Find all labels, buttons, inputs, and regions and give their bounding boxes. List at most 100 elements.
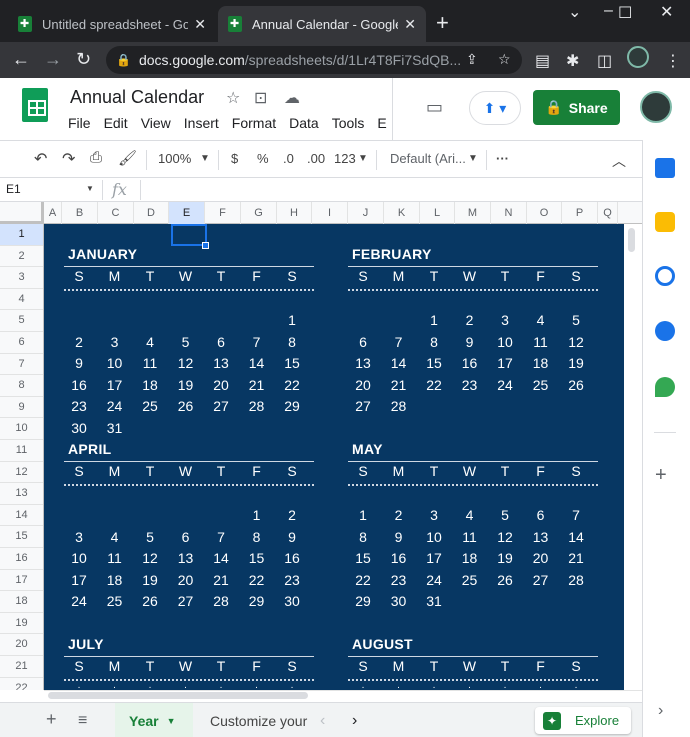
calendar-day[interactable]: 25 <box>135 398 165 414</box>
calendar-day[interactable]: 4 <box>455 507 485 523</box>
all-sheets-icon[interactable]: ≡ <box>78 712 87 730</box>
name-box[interactable]: E1 <box>6 182 21 196</box>
decrease-decimal-button[interactable]: .0 <box>283 151 294 166</box>
minimize-icon[interactable]: – <box>604 2 613 20</box>
browser-tab-annual-calendar[interactable]: Annual Calendar - Google S ✕ <box>218 6 426 42</box>
row-header-13[interactable]: 13 <box>0 483 43 505</box>
menu-insert[interactable]: Insert <box>184 115 219 131</box>
row-header-16[interactable]: 16 <box>0 548 43 570</box>
maximize-icon[interactable]: ☐ <box>618 3 632 23</box>
menu-edit[interactable]: Edit <box>104 115 128 131</box>
calendar-day[interactable]: 21 <box>206 572 236 588</box>
more-options-icon[interactable]: ··· <box>496 151 509 166</box>
undo-icon[interactable]: ↶ <box>34 149 47 169</box>
share-button[interactable]: 🔒 Share <box>533 90 620 125</box>
calendar-day[interactable]: 16 <box>384 550 414 566</box>
calendar-day[interactable]: 11 <box>455 529 485 545</box>
calendar-day[interactable]: 11 <box>526 334 556 350</box>
row-header-7[interactable]: 7 <box>0 354 43 376</box>
calendar-day[interactable]: 17 <box>419 550 449 566</box>
calendar-day[interactable]: 7 <box>206 529 236 545</box>
menu-data[interactable]: Data <box>289 115 319 131</box>
select-all-corner[interactable] <box>0 202 44 224</box>
calendar-day[interactable]: 15 <box>348 550 378 566</box>
extension-icon[interactable]: ▤ <box>535 51 550 71</box>
row-header-3[interactable]: 3 <box>0 267 43 289</box>
calendar-day[interactable]: 25 <box>526 377 556 393</box>
more-vert-icon[interactable]: ⋮ <box>665 51 681 71</box>
puzzle-icon[interactable]: ✱ <box>566 51 579 71</box>
calendar-day[interactable]: 18 <box>455 550 485 566</box>
calendar-day[interactable]: 20 <box>206 377 236 393</box>
row-header-8[interactable]: 8 <box>0 375 43 397</box>
maps-icon[interactable] <box>655 377 675 397</box>
tasks-icon[interactable] <box>655 266 675 286</box>
calendar-day[interactable]: 2 <box>455 312 485 328</box>
row-header-19[interactable]: 19 <box>0 613 43 635</box>
sheets-logo-icon[interactable] <box>22 88 48 122</box>
calendar-day[interactable]: 30 <box>277 593 307 609</box>
calendar-day[interactable]: 15 <box>419 355 449 371</box>
chevron-right-icon[interactable]: › <box>658 702 663 720</box>
calendar-day[interactable]: 18 <box>100 572 130 588</box>
column-header-e[interactable]: E <box>169 202 205 224</box>
calendar-day[interactable]: 28 <box>561 572 591 588</box>
calendar-day[interactable]: 24 <box>419 572 449 588</box>
calendar-day[interactable]: 19 <box>135 572 165 588</box>
calendar-day[interactable]: 1 <box>419 312 449 328</box>
calendar-day[interactable]: 30 <box>64 420 94 436</box>
calendar-day[interactable]: 20 <box>348 377 378 393</box>
font-select[interactable]: Default (Ari... <box>390 151 466 166</box>
calendar-day[interactable]: 7 <box>384 334 414 350</box>
zoom-select[interactable]: 100% <box>158 151 191 166</box>
calendar-day[interactable]: 27 <box>171 593 201 609</box>
calendar-day[interactable]: 24 <box>64 593 94 609</box>
vertical-scrollbar[interactable] <box>624 224 642 690</box>
cloud-status-icon[interactable]: ☁ <box>284 88 300 108</box>
column-header-m[interactable]: M <box>455 202 491 224</box>
bookmark-star-icon[interactable]: ☆ <box>498 51 511 68</box>
calendar-day[interactable]: 12 <box>561 334 591 350</box>
calendar-day[interactable]: 20 <box>526 550 556 566</box>
calendar-day[interactable]: 4 <box>526 312 556 328</box>
calendar-day[interactable]: 16 <box>455 355 485 371</box>
calendar-day[interactable]: 3 <box>64 529 94 545</box>
calendar-day[interactable]: 9 <box>277 529 307 545</box>
calendar-day[interactable]: 17 <box>64 572 94 588</box>
calendar-day[interactable]: 27 <box>348 398 378 414</box>
url-field[interactable]: 🔒 docs.google.com /spreadsheets/d/1Lr4T8… <box>106 46 522 74</box>
calendar-day[interactable]: 11 <box>135 355 165 371</box>
chevron-left-icon[interactable]: ‹ <box>320 712 325 730</box>
contacts-icon[interactable] <box>655 321 675 341</box>
calendar-day[interactable]: 19 <box>171 377 201 393</box>
calendar-day[interactable]: 28 <box>384 398 414 414</box>
calendar-day[interactable]: 31 <box>100 420 130 436</box>
column-header-l[interactable]: L <box>420 202 455 224</box>
chevron-down-icon[interactable]: ▼ <box>358 153 368 164</box>
present-button[interactable]: ⬆ ▾ <box>469 91 521 125</box>
calendar-day[interactable]: 10 <box>100 355 130 371</box>
vertical-scroll-thumb[interactable] <box>628 228 635 252</box>
paint-format-icon[interactable]: 🖌 <box>118 149 137 167</box>
calendar-day[interactable]: 18 <box>526 355 556 371</box>
sheet-tab-customize[interactable]: Customize your <box>196 703 308 737</box>
calendar-day[interactable]: 13 <box>206 355 236 371</box>
calendar-day[interactable]: 26 <box>490 572 520 588</box>
calendar-day[interactable]: 12 <box>135 550 165 566</box>
calendar-day[interactable]: 19 <box>561 355 591 371</box>
calendar-day[interactable]: 5 <box>561 312 591 328</box>
calendar-day[interactable]: 29 <box>348 593 378 609</box>
calendar-day[interactable]: 6 <box>526 507 556 523</box>
new-tab-icon[interactable]: + <box>436 10 449 36</box>
calendar-day[interactable]: 3 <box>100 334 130 350</box>
row-header-22[interactable]: 22 <box>0 678 43 690</box>
calendar-day[interactable]: 19 <box>490 550 520 566</box>
calendar-day[interactable]: 1 <box>242 507 272 523</box>
horizontal-scroll-thumb[interactable] <box>48 692 308 699</box>
calendar-day[interactable]: 7 <box>242 334 272 350</box>
calendar-day[interactable]: 26 <box>561 377 591 393</box>
calendar-day[interactable]: 5 <box>135 529 165 545</box>
column-header-n[interactable]: N <box>491 202 527 224</box>
column-header-d[interactable]: D <box>134 202 169 224</box>
calendar-day[interactable]: 9 <box>384 529 414 545</box>
